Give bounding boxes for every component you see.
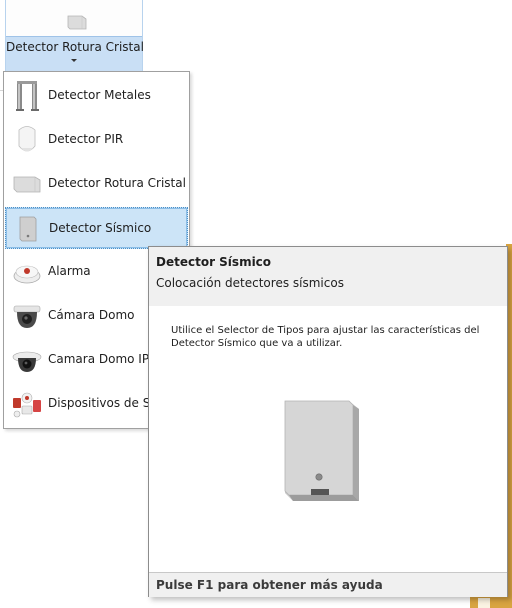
menu-item-label: Detector PIR xyxy=(48,132,124,146)
alarm-icon xyxy=(13,265,41,284)
tooltip-title: Detector Sísmico xyxy=(156,255,272,269)
pir-detector-icon xyxy=(18,126,36,152)
split-button-dropdown[interactable]: Detector Rotura Cristal xyxy=(6,36,144,71)
tooltip-header: Detector Sísmico Colocación detectores s… xyxy=(149,247,507,306)
menu-item-detector-sismico[interactable]: Detector Sísmico xyxy=(5,207,188,249)
menu-item-detector-rotura-cristal[interactable]: Detector Rotura Cristal xyxy=(5,163,188,205)
seismic-detector-image xyxy=(284,400,359,501)
tooltip-description: Utilice el Selector de Tipos para ajusta… xyxy=(171,325,480,349)
glass-break-split-button[interactable]: Detector Rotura Cristal xyxy=(5,0,144,71)
split-button-label: Detector Rotura Cristal xyxy=(6,40,144,54)
menu-item-label: Alarma xyxy=(48,264,91,278)
chevron-down-icon xyxy=(71,59,77,62)
dome-camera-icon xyxy=(13,305,41,328)
glass-break-detector-icon xyxy=(13,176,41,193)
background-canvas-edge xyxy=(478,598,490,608)
metal-detector-icon xyxy=(16,81,39,111)
menu-item-detector-pir[interactable]: Detector PIR xyxy=(5,119,188,161)
ip-dome-camera-icon xyxy=(12,351,42,372)
glass-break-detector-icon xyxy=(67,15,87,30)
background-canvas-edge xyxy=(470,597,512,608)
device-tooltip: Detector Sísmico Colocación detectores s… xyxy=(148,246,508,597)
help-hint: Pulse F1 para obtener más ayuda xyxy=(156,578,383,592)
menu-item-label: Detector Sísmico xyxy=(49,221,152,235)
menu-item-label: Cámara Domo xyxy=(48,308,135,322)
menu-item-label: Detector Metales xyxy=(48,88,151,102)
menu-item-label: Detector Rotura Cristal xyxy=(48,176,186,190)
tooltip-footer: Pulse F1 para obtener más ayuda xyxy=(149,572,507,597)
split-button-main[interactable] xyxy=(6,0,142,36)
seismic-detector-icon xyxy=(19,216,37,242)
security-devices-icon xyxy=(13,392,41,418)
menu-item-detector-metales[interactable]: Detector Metales xyxy=(5,75,188,117)
menu-item-label: Camara Domo IP xyxy=(48,352,150,366)
tooltip-subtitle: Colocación detectores sísmicos xyxy=(156,276,344,290)
